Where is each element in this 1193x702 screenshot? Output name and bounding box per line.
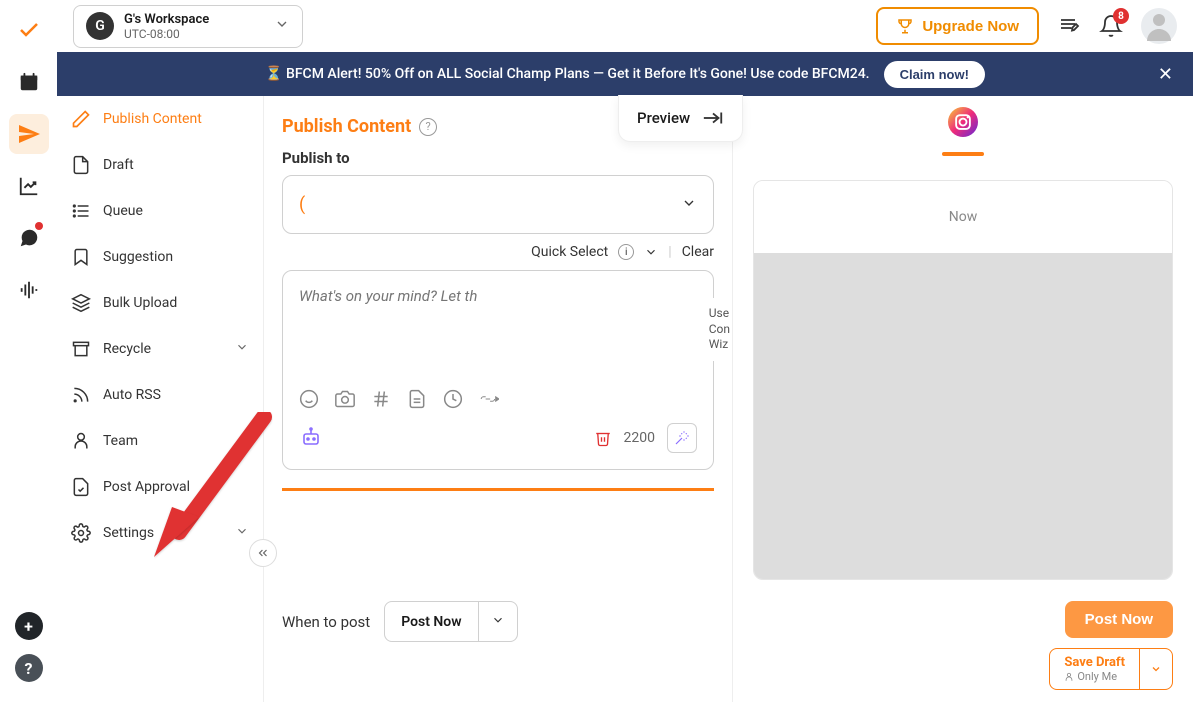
sidebar-item-team[interactable]: Team xyxy=(57,418,263,464)
page-title: Publish Content xyxy=(282,116,411,137)
workspace-selector[interactable]: G G's Workspace UTC-08:00 xyxy=(73,5,303,48)
list-icon xyxy=(71,201,91,221)
banner-text: ⏳ BFCM Alert! 50% Off on ALL Social Cham… xyxy=(265,66,869,82)
file-icon xyxy=(71,155,91,175)
post-now-button[interactable]: Post Now xyxy=(1065,601,1173,638)
sidebar-item-settings[interactable]: Settings xyxy=(57,510,263,556)
post-composer: 2200 xyxy=(282,270,714,470)
preview-timestamp: Now xyxy=(754,181,1172,253)
notes-icon[interactable] xyxy=(1057,14,1081,38)
character-count: 2200 xyxy=(624,430,655,446)
sidebar-collapse-toggle[interactable] xyxy=(249,539,277,567)
compose-panel: Publish Content ? Publish to ( Quick Sel… xyxy=(264,96,732,702)
icon-rail: + ? xyxy=(0,0,57,702)
layers-icon xyxy=(71,293,91,313)
workspace-avatar: G xyxy=(86,12,114,40)
active-tab-indicator xyxy=(942,152,984,156)
upgrade-button[interactable]: Upgrade Now xyxy=(876,7,1039,45)
hashtag-icon[interactable] xyxy=(371,389,391,409)
rail-listen[interactable] xyxy=(9,270,49,310)
arrow-right-icon xyxy=(702,110,724,126)
promo-banner: ⏳ BFCM Alert! 50% Off on ALL Social Cham… xyxy=(57,52,1193,96)
publish-to-label: Publish to xyxy=(282,149,714,167)
trash-icon[interactable] xyxy=(594,429,612,447)
workspace-name: G's Workspace xyxy=(124,12,264,27)
notification-badge: 8 xyxy=(1113,8,1129,24)
rail-engage[interactable] xyxy=(9,218,49,258)
sidebar-item-bulk-upload[interactable]: Bulk Upload xyxy=(57,280,263,326)
file-icon[interactable] xyxy=(407,389,427,409)
progress-indicator xyxy=(282,488,714,491)
action-bar: Post Now Save Draft Only Me xyxy=(1049,601,1173,690)
chevron-down-icon[interactable] xyxy=(644,245,658,259)
save-draft-button[interactable]: Save Draft Only Me xyxy=(1049,648,1173,690)
gear-icon xyxy=(71,523,91,543)
rail-engage-alert-dot xyxy=(35,222,43,230)
user-avatar[interactable] xyxy=(1141,8,1177,44)
workspace-timezone: UTC-08:00 xyxy=(124,27,264,41)
topbar: G G's Workspace UTC-08:00 Upgrade Now 8 xyxy=(57,0,1193,52)
magic-wand-button[interactable] xyxy=(667,423,697,453)
preview-tab[interactable]: Preview xyxy=(618,95,743,142)
sidebar-item-suggestion[interactable]: Suggestion xyxy=(57,234,263,280)
archive-icon xyxy=(71,339,91,359)
sidebar: Publish Content Draft Queue Suggestion B… xyxy=(57,96,264,702)
sidebar-item-queue[interactable]: Queue xyxy=(57,188,263,234)
rail-add-button[interactable]: + xyxy=(15,612,43,640)
banner-cta-button[interactable]: Claim now! xyxy=(884,61,985,88)
link-icon[interactable] xyxy=(479,389,499,409)
chevron-down-icon xyxy=(274,16,290,36)
sidebar-item-publish-content[interactable]: Publish Content xyxy=(57,96,263,142)
help-icon[interactable]: ? xyxy=(419,118,437,136)
ai-robot-icon[interactable] xyxy=(299,426,323,450)
instagram-tab[interactable] xyxy=(948,107,978,141)
sidebar-item-recycle[interactable]: Recycle xyxy=(57,326,263,372)
sidebar-item-post-approval[interactable]: Post Approval xyxy=(57,464,263,510)
chevron-down-icon xyxy=(235,340,249,358)
when-to-post-label: When to post xyxy=(282,613,370,631)
info-icon[interactable]: i xyxy=(618,244,634,260)
rail-calendar[interactable] xyxy=(9,62,49,102)
preview-post-card: Now xyxy=(753,180,1173,580)
trophy-icon xyxy=(896,17,914,35)
bookmark-icon xyxy=(71,247,91,267)
pencil-icon xyxy=(71,109,91,129)
content-wizard-tab[interactable]: Use Con Wiz xyxy=(699,298,734,361)
camera-icon[interactable] xyxy=(335,389,355,409)
rail-help-button[interactable]: ? xyxy=(15,654,43,682)
rail-logo[interactable] xyxy=(9,10,49,50)
rail-analytics[interactable] xyxy=(9,166,49,206)
quick-select-label[interactable]: Quick Select xyxy=(531,244,608,260)
file-check-icon xyxy=(71,477,91,497)
publish-to-select[interactable]: ( xyxy=(282,175,714,234)
person-icon xyxy=(1064,672,1074,682)
clear-button[interactable]: Clear xyxy=(682,244,714,260)
preview-social-tabs xyxy=(733,96,1193,152)
user-icon xyxy=(71,431,91,451)
banner-close-icon[interactable]: ✕ xyxy=(1158,64,1173,85)
sidebar-item-auto-rss[interactable]: Auto RSS xyxy=(57,372,263,418)
preview-image-placeholder xyxy=(754,253,1172,579)
chevron-down-icon xyxy=(235,524,249,542)
when-to-post-select[interactable]: Post Now xyxy=(384,601,517,642)
chevron-down-icon xyxy=(681,195,697,215)
sidebar-item-draft[interactable]: Draft xyxy=(57,142,263,188)
rss-icon xyxy=(71,385,91,405)
post-text-input[interactable] xyxy=(299,287,697,377)
clock-icon[interactable] xyxy=(443,389,463,409)
chevron-down-icon xyxy=(478,602,517,641)
rail-publish[interactable] xyxy=(9,114,49,154)
emoji-icon[interactable] xyxy=(299,389,319,409)
notifications-icon[interactable]: 8 xyxy=(1099,14,1123,38)
chevron-down-icon[interactable] xyxy=(1139,649,1172,689)
